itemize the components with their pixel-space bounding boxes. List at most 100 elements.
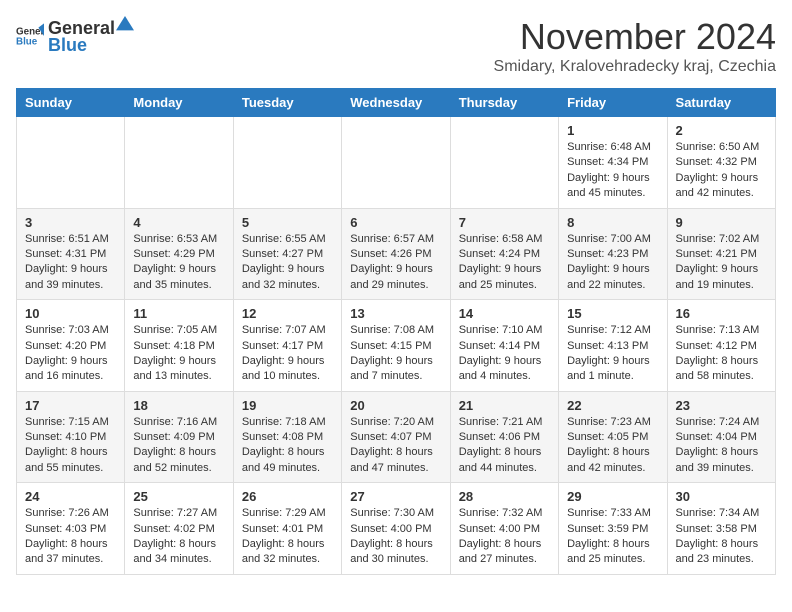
day-number: 14 bbox=[459, 306, 550, 321]
day-cell: 9Sunrise: 7:02 AM Sunset: 4:21 PM Daylig… bbox=[667, 208, 775, 300]
day-cell bbox=[450, 117, 558, 209]
day-cell: 26 Sunrise: 7:29 AM Sunset: 4:01 PM Dayli… bbox=[233, 483, 341, 575]
day-number: 15 bbox=[567, 306, 658, 321]
subtitle: Smidary, Kralovehradecky kraj, Czechia bbox=[494, 58, 776, 76]
day-cell: 13Sunrise: 7:08 AM Sunset: 4:15 PM Dayli… bbox=[342, 300, 450, 392]
day-info: Sunrise: 7:21 AM Sunset: 4:06 PM Dayligh… bbox=[459, 415, 550, 477]
day-cell: 4 Sunrise: 6:53 AM Sunset: 4:29 PM Daylig… bbox=[125, 208, 233, 300]
day-info: Sunrise: 7:30 AM Sunset: 4:00 PM Dayligh… bbox=[350, 506, 441, 568]
day-cell bbox=[342, 117, 450, 209]
day-number: 13 bbox=[350, 306, 441, 321]
day-cell bbox=[17, 117, 125, 209]
header-area: General Blue General Blue November 2024 … bbox=[16, 16, 776, 76]
col-header-tuesday: Tuesday bbox=[233, 89, 341, 117]
day-info: Sunrise: 6:57 AM Sunset: 4:26 PM Dayligh… bbox=[350, 232, 441, 294]
day-cell: 19 Sunrise: 7:18 AM Sunset: 4:08 PM Dayli… bbox=[233, 391, 341, 483]
day-number: 20 bbox=[350, 398, 441, 413]
day-cell: 12 Sunrise: 7:07 AM Sunset: 4:17 PM Dayli… bbox=[233, 300, 341, 392]
day-cell: 15 Sunrise: 7:12 AM Sunset: 4:13 PM Dayli… bbox=[559, 300, 667, 392]
day-info: Sunrise: 7:03 AM Sunset: 4:20 PM Dayligh… bbox=[25, 323, 116, 385]
day-number: 26 bbox=[242, 489, 333, 504]
day-number: 2 bbox=[676, 123, 767, 138]
day-number: 6 bbox=[350, 215, 441, 230]
day-cell bbox=[233, 117, 341, 209]
calendar-table: SundayMondayTuesdayWednesdayThursdayFrid… bbox=[16, 88, 776, 575]
day-number: 19 bbox=[242, 398, 333, 413]
day-number: 21 bbox=[459, 398, 550, 413]
day-info: Sunrise: 7:18 AM Sunset: 4:08 PM Dayligh… bbox=[242, 415, 333, 477]
day-number: 28 bbox=[459, 489, 550, 504]
day-cell bbox=[125, 117, 233, 209]
day-cell: 17Sunrise: 7:15 AM Sunset: 4:10 PM Dayli… bbox=[17, 391, 125, 483]
day-cell: 23Sunrise: 7:24 AM Sunset: 4:04 PM Dayli… bbox=[667, 391, 775, 483]
day-cell: 30 Sunrise: 7:34 AM Sunset: 3:58 PM Dayli… bbox=[667, 483, 775, 575]
day-info: Sunrise: 7:33 AM Sunset: 3:59 PM Dayligh… bbox=[567, 506, 658, 568]
logo-icon: General Blue bbox=[16, 22, 44, 50]
day-number: 23 bbox=[676, 398, 767, 413]
day-info: Sunrise: 7:29 AM Sunset: 4:01 PM Dayligh… bbox=[242, 506, 333, 568]
month-title: November 2024 bbox=[494, 16, 776, 58]
calendar-body: 1 Sunrise: 6:48 AM Sunset: 4:34 PM Daylig… bbox=[17, 117, 776, 575]
day-cell: 3 Sunrise: 6:51 AM Sunset: 4:31 PM Daylig… bbox=[17, 208, 125, 300]
day-info: Sunrise: 7:13 AM Sunset: 4:12 PM Dayligh… bbox=[676, 323, 767, 385]
day-info: Sunrise: 7:34 AM Sunset: 3:58 PM Dayligh… bbox=[676, 506, 767, 568]
day-number: 25 bbox=[133, 489, 224, 504]
day-info: Sunrise: 7:12 AM Sunset: 4:13 PM Dayligh… bbox=[567, 323, 658, 385]
day-info: Sunrise: 6:55 AM Sunset: 4:27 PM Dayligh… bbox=[242, 232, 333, 294]
day-cell: 10Sunrise: 7:03 AM Sunset: 4:20 PM Dayli… bbox=[17, 300, 125, 392]
day-info: Sunrise: 7:27 AM Sunset: 4:02 PM Dayligh… bbox=[133, 506, 224, 568]
day-info: Sunrise: 7:15 AM Sunset: 4:10 PM Dayligh… bbox=[25, 415, 116, 477]
day-number: 29 bbox=[567, 489, 658, 504]
day-info: Sunrise: 6:53 AM Sunset: 4:29 PM Dayligh… bbox=[133, 232, 224, 294]
week-row-3: 10Sunrise: 7:03 AM Sunset: 4:20 PM Dayli… bbox=[17, 300, 776, 392]
calendar-header-row: SundayMondayTuesdayWednesdayThursdayFrid… bbox=[17, 89, 776, 117]
day-info: Sunrise: 7:32 AM Sunset: 4:00 PM Dayligh… bbox=[459, 506, 550, 568]
day-info: Sunrise: 7:26 AM Sunset: 4:03 PM Dayligh… bbox=[25, 506, 116, 568]
day-cell: 11Sunrise: 7:05 AM Sunset: 4:18 PM Dayli… bbox=[125, 300, 233, 392]
col-header-friday: Friday bbox=[559, 89, 667, 117]
day-info: Sunrise: 7:10 AM Sunset: 4:14 PM Dayligh… bbox=[459, 323, 550, 385]
day-number: 7 bbox=[459, 215, 550, 230]
day-number: 30 bbox=[676, 489, 767, 504]
day-number: 18 bbox=[133, 398, 224, 413]
logo-triangle-icon bbox=[116, 16, 134, 34]
day-cell: 14 Sunrise: 7:10 AM Sunset: 4:14 PM Dayli… bbox=[450, 300, 558, 392]
day-number: 12 bbox=[242, 306, 333, 321]
logo: General Blue General Blue bbox=[16, 16, 135, 56]
day-info: Sunrise: 6:51 AM Sunset: 4:31 PM Dayligh… bbox=[25, 232, 116, 294]
day-info: Sunrise: 7:02 AM Sunset: 4:21 PM Dayligh… bbox=[676, 232, 767, 294]
day-number: 3 bbox=[25, 215, 116, 230]
day-cell: 22Sunrise: 7:23 AM Sunset: 4:05 PM Dayli… bbox=[559, 391, 667, 483]
day-cell: 29 Sunrise: 7:33 AM Sunset: 3:59 PM Dayli… bbox=[559, 483, 667, 575]
col-header-saturday: Saturday bbox=[667, 89, 775, 117]
day-cell: 5 Sunrise: 6:55 AM Sunset: 4:27 PM Daylig… bbox=[233, 208, 341, 300]
day-number: 1 bbox=[567, 123, 658, 138]
col-header-wednesday: Wednesday bbox=[342, 89, 450, 117]
day-info: Sunrise: 6:50 AM Sunset: 4:32 PM Dayligh… bbox=[676, 140, 767, 202]
day-cell: 7Sunrise: 6:58 AM Sunset: 4:24 PM Daylig… bbox=[450, 208, 558, 300]
day-number: 24 bbox=[25, 489, 116, 504]
day-number: 16 bbox=[676, 306, 767, 321]
day-cell: 20Sunrise: 7:20 AM Sunset: 4:07 PM Dayli… bbox=[342, 391, 450, 483]
week-row-1: 1 Sunrise: 6:48 AM Sunset: 4:34 PM Daylig… bbox=[17, 117, 776, 209]
week-row-4: 17Sunrise: 7:15 AM Sunset: 4:10 PM Dayli… bbox=[17, 391, 776, 483]
day-cell: 18 Sunrise: 7:16 AM Sunset: 4:09 PM Dayli… bbox=[125, 391, 233, 483]
col-header-sunday: Sunday bbox=[17, 89, 125, 117]
day-cell: 2 Sunrise: 6:50 AM Sunset: 4:32 PM Daylig… bbox=[667, 117, 775, 209]
day-cell: 25 Sunrise: 7:27 AM Sunset: 4:02 PM Dayli… bbox=[125, 483, 233, 575]
day-info: Sunrise: 7:16 AM Sunset: 4:09 PM Dayligh… bbox=[133, 415, 224, 477]
svg-text:Blue: Blue bbox=[16, 36, 38, 47]
week-row-2: 3 Sunrise: 6:51 AM Sunset: 4:31 PM Daylig… bbox=[17, 208, 776, 300]
day-number: 27 bbox=[350, 489, 441, 504]
day-cell: 8 Sunrise: 7:00 AM Sunset: 4:23 PM Daylig… bbox=[559, 208, 667, 300]
day-info: Sunrise: 7:00 AM Sunset: 4:23 PM Dayligh… bbox=[567, 232, 658, 294]
day-number: 8 bbox=[567, 215, 658, 230]
day-info: Sunrise: 6:48 AM Sunset: 4:34 PM Dayligh… bbox=[567, 140, 658, 202]
day-number: 5 bbox=[242, 215, 333, 230]
day-cell: 6 Sunrise: 6:57 AM Sunset: 4:26 PM Daylig… bbox=[342, 208, 450, 300]
day-cell: 21 Sunrise: 7:21 AM Sunset: 4:06 PM Dayli… bbox=[450, 391, 558, 483]
day-cell: 16 Sunrise: 7:13 AM Sunset: 4:12 PM Dayli… bbox=[667, 300, 775, 392]
day-cell: 1 Sunrise: 6:48 AM Sunset: 4:34 PM Daylig… bbox=[559, 117, 667, 209]
day-number: 4 bbox=[133, 215, 224, 230]
day-info: Sunrise: 7:07 AM Sunset: 4:17 PM Dayligh… bbox=[242, 323, 333, 385]
